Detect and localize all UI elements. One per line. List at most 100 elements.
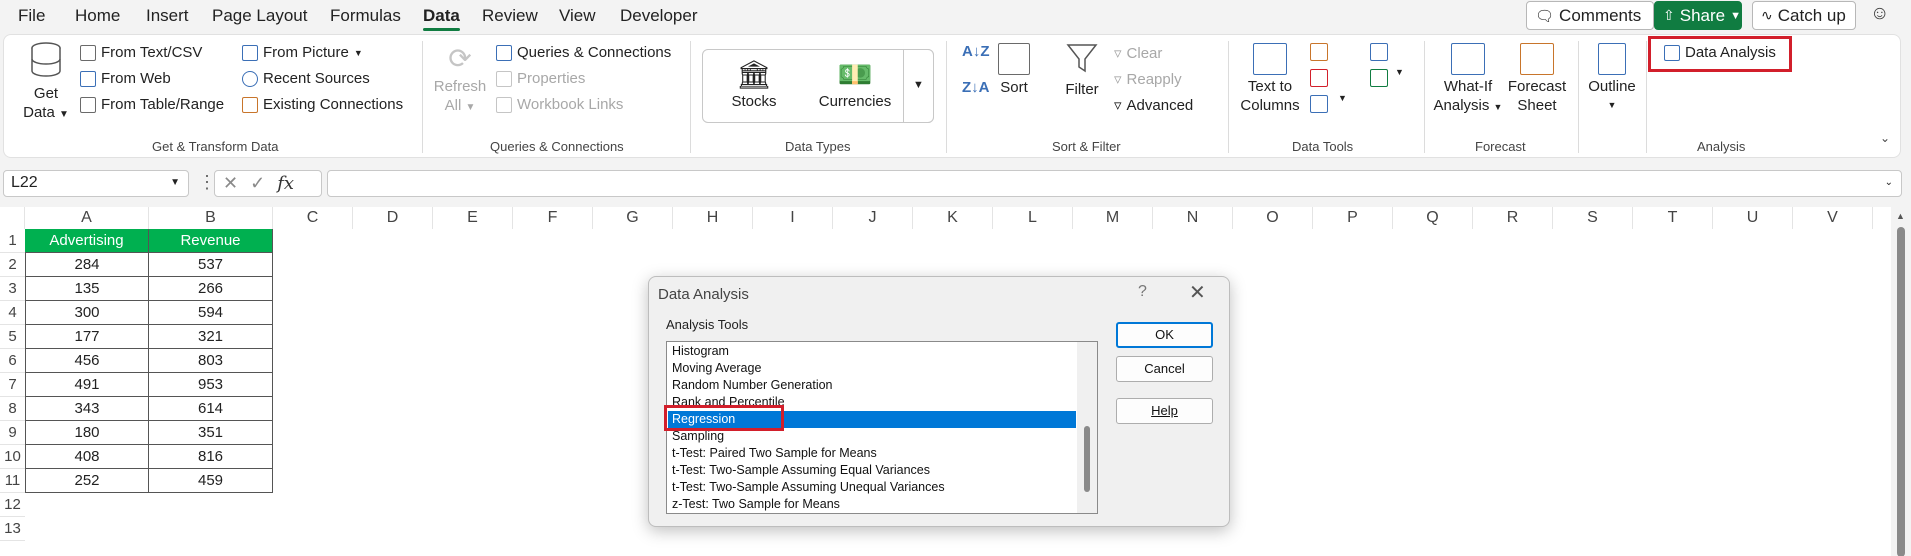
list-item[interactable]: Sampling <box>668 428 1076 445</box>
person-icon[interactable]: ☺ <box>1870 3 1889 25</box>
tab-developer[interactable]: Developer <box>620 6 698 26</box>
queries-connections-button[interactable]: Queries & Connections <box>496 44 671 61</box>
cancel-button[interactable]: Cancel <box>1116 356 1213 382</box>
column-header-n[interactable]: N <box>1153 207 1233 229</box>
collapse-ribbon-icon[interactable]: ⌄ <box>1880 131 1890 145</box>
list-item[interactable]: Histogram <box>668 343 1076 360</box>
list-item[interactable]: z-Test: Two Sample for Means <box>668 496 1076 513</box>
from-table-range-button[interactable]: From Table/Range <box>80 96 224 113</box>
column-header-b[interactable]: B <box>149 207 273 229</box>
column-header-p[interactable]: P <box>1313 207 1393 229</box>
table-header-cell[interactable]: Advertising <box>25 229 149 253</box>
table-cell[interactable]: 177 <box>25 325 149 349</box>
catch-up-button[interactable]: ∿ Catch up <box>1752 1 1856 30</box>
cancel-icon[interactable]: ✕ <box>223 173 238 194</box>
from-text-csv-button[interactable]: From Text/CSV <box>80 44 202 61</box>
column-header-g[interactable]: G <box>593 207 673 229</box>
check-icon[interactable]: ✓ <box>250 173 265 194</box>
row-header-7[interactable]: 7 <box>0 373 25 397</box>
row-header-6[interactable]: 6 <box>0 349 25 373</box>
table-cell[interactable]: 953 <box>149 373 273 397</box>
table-cell[interactable]: 284 <box>25 253 149 277</box>
chevron-down-icon[interactable]: ▼ <box>1395 67 1404 77</box>
table-cell[interactable]: 816 <box>149 445 273 469</box>
chevron-down-icon[interactable]: ▼ <box>1338 93 1347 103</box>
table-cell[interactable]: 343 <box>25 397 149 421</box>
existing-connections-button[interactable]: Existing Connections <box>242 96 403 113</box>
table-cell[interactable]: 459 <box>149 469 273 493</box>
help-button[interactable]: Help <box>1116 398 1213 424</box>
table-header-cell[interactable]: Revenue <box>149 229 273 253</box>
tab-insert[interactable]: Insert <box>146 6 189 26</box>
list-scrollbar[interactable] <box>1077 342 1097 513</box>
table-cell[interactable]: 594 <box>149 301 273 325</box>
formula-input[interactable]: ⌄ <box>327 170 1902 197</box>
row-header-2[interactable]: 2 <box>0 253 25 277</box>
tab-view[interactable]: View <box>559 6 596 26</box>
flash-fill-icon[interactable] <box>1310 43 1328 61</box>
forecast-sheet-button[interactable]: Forecast Sheet <box>1504 41 1570 115</box>
row-header-4[interactable]: 4 <box>0 301 25 325</box>
data-analysis-button[interactable]: Data Analysis <box>1664 44 1776 61</box>
list-item[interactable]: t-Test: Two-Sample Assuming Equal Varian… <box>668 462 1076 479</box>
fx-icon[interactable]: fx <box>277 173 294 194</box>
row-header-13[interactable]: 13 <box>0 517 25 541</box>
filter-button[interactable]: Filter <box>1060 41 1104 99</box>
row-header-10[interactable]: 10 <box>0 445 25 469</box>
outline-button[interactable]: Outline ▼ <box>1584 41 1640 115</box>
table-cell[interactable]: 135 <box>25 277 149 301</box>
list-item[interactable]: Random Number Generation <box>668 377 1076 394</box>
consolidate-icon[interactable] <box>1370 43 1388 61</box>
list-item[interactable]: Regression <box>668 411 1076 428</box>
clear-filter-button[interactable]: ▿ Clear <box>1114 44 1162 63</box>
sort-button[interactable]: Sort <box>994 41 1034 97</box>
row-header-5[interactable]: 5 <box>0 325 25 349</box>
column-header-e[interactable]: E <box>433 207 513 229</box>
scrollbar-thumb[interactable] <box>1897 227 1905 556</box>
row-header-12[interactable]: 12 <box>0 493 25 517</box>
data-model-icon[interactable] <box>1370 69 1388 87</box>
table-cell[interactable]: 300 <box>25 301 149 325</box>
sort-descending-button[interactable]: Z↓A <box>962 79 990 96</box>
tab-page-layout[interactable]: Page Layout <box>212 6 307 26</box>
table-cell[interactable]: 803 <box>149 349 273 373</box>
ok-button[interactable]: OK <box>1116 322 1213 348</box>
column-header-i[interactable]: I <box>753 207 833 229</box>
column-header-d[interactable]: D <box>353 207 433 229</box>
get-data-button[interactable]: Get Data ▼ <box>18 41 74 124</box>
from-picture-button[interactable]: From Picture ▼ <box>242 44 363 61</box>
text-to-columns-button[interactable]: Text to Columns <box>1238 41 1302 115</box>
currencies-button[interactable]: 💵 Currencies <box>813 58 897 111</box>
column-header-s[interactable]: S <box>1553 207 1633 229</box>
list-item[interactable]: t-Test: Paired Two Sample for Means <box>668 445 1076 462</box>
column-header-q[interactable]: Q <box>1393 207 1473 229</box>
analysis-tools-list[interactable]: Histogram Moving Average Random Number Gen… <box>666 341 1098 514</box>
list-item[interactable]: t-Test: Two-Sample Assuming Unequal Vari… <box>668 479 1076 496</box>
remove-duplicates-icon[interactable] <box>1310 69 1328 87</box>
list-item[interactable]: Moving Average <box>668 360 1076 377</box>
vertical-scrollbar[interactable]: ▲ <box>1891 207 1911 556</box>
share-button[interactable]: ⇧ Share ▼ <box>1654 1 1742 30</box>
what-if-analysis-button[interactable]: What-If Analysis ▼ <box>1432 41 1504 117</box>
table-cell[interactable]: 491 <box>25 373 149 397</box>
row-header-9[interactable]: 9 <box>0 421 25 445</box>
name-box[interactable]: L22 ▼ <box>3 170 189 197</box>
sort-ascending-button[interactable]: A↓Z <box>962 43 990 60</box>
table-cell[interactable]: 252 <box>25 469 149 493</box>
tab-data[interactable]: Data <box>423 6 460 31</box>
reapply-button[interactable]: ▿ Reapply <box>1114 70 1182 89</box>
help-icon[interactable]: ? <box>1138 283 1147 301</box>
table-cell[interactable]: 408 <box>25 445 149 469</box>
recent-sources-button[interactable]: Recent Sources <box>242 70 370 87</box>
row-header-8[interactable]: 8 <box>0 397 25 421</box>
advanced-filter-button[interactable]: ▿ Advanced <box>1114 96 1193 115</box>
table-cell[interactable]: 456 <box>25 349 149 373</box>
tab-home[interactable]: Home <box>75 6 120 26</box>
column-header-a[interactable]: A <box>25 207 149 229</box>
table-cell[interactable]: 351 <box>149 421 273 445</box>
row-header-11[interactable]: 11 <box>0 469 25 493</box>
comments-button[interactable]: 🗨 Comments <box>1526 1 1654 30</box>
column-header-c[interactable]: C <box>273 207 353 229</box>
properties-button[interactable]: Properties <box>496 70 585 87</box>
column-header-r[interactable]: R <box>1473 207 1553 229</box>
